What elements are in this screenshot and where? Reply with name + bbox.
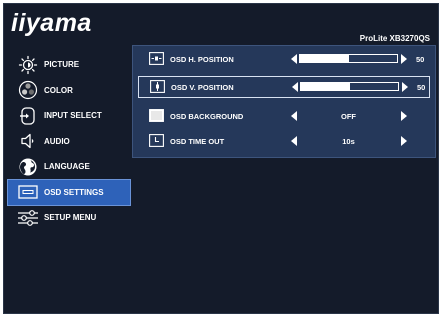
h-position-slider[interactable] bbox=[299, 54, 398, 63]
row-label: OSD TIME OUT bbox=[170, 137, 225, 146]
sidebar-item-label: AUDIO bbox=[44, 136, 70, 146]
speaker-icon bbox=[16, 130, 40, 152]
sidebar-item-label: COLOR bbox=[44, 85, 73, 95]
increase-arrow-icon[interactable] bbox=[401, 54, 407, 64]
clock-icon bbox=[149, 134, 164, 147]
decrease-arrow-icon[interactable] bbox=[292, 82, 298, 92]
decrease-arrow-icon[interactable] bbox=[291, 111, 297, 121]
osd-h-position-row[interactable]: OSD H. POSITION 50 bbox=[138, 49, 430, 71]
brand-logo: iiyama bbox=[11, 9, 92, 37]
row-value: 50 bbox=[417, 83, 426, 92]
sidebar-item-label: PICTURE bbox=[44, 60, 80, 70]
increase-arrow-icon[interactable] bbox=[401, 111, 407, 121]
background-icon bbox=[149, 109, 164, 122]
slider-fill bbox=[300, 55, 349, 62]
row-value: 10s bbox=[342, 137, 355, 146]
sliders-icon bbox=[16, 207, 40, 229]
sidebar-item-input-select[interactable]: INPUT SELECT bbox=[8, 103, 130, 129]
v-position-slider[interactable] bbox=[300, 82, 399, 91]
sidebar-item-color[interactable]: COLOR bbox=[8, 78, 130, 104]
vertical-position-icon bbox=[150, 80, 165, 93]
row-label: OSD H. POSITION bbox=[170, 55, 234, 64]
sidebar-item-label: INPUT SELECT bbox=[44, 111, 102, 121]
osd-v-position-row[interactable]: OSD V. POSITION 50 bbox=[138, 76, 430, 98]
osd-background-row[interactable]: OSD BACKGROUND OFF bbox=[138, 106, 430, 128]
row-value: OFF bbox=[341, 112, 356, 121]
sidebar-item-language[interactable]: LANGUAGE bbox=[8, 154, 130, 180]
row-label: OSD BACKGROUND bbox=[170, 112, 244, 121]
brightness-icon bbox=[16, 54, 40, 76]
osd-header: iiyama ProLite XB3270QS bbox=[4, 4, 438, 48]
slider-fill bbox=[301, 83, 350, 90]
osd-icon bbox=[16, 181, 40, 203]
sidebar-item-picture[interactable]: PICTURE bbox=[8, 52, 130, 78]
sidebar-item-osd-settings[interactable]: OSD SETTINGS bbox=[7, 178, 131, 206]
horizontal-position-icon bbox=[149, 52, 164, 65]
input-icon bbox=[16, 105, 40, 127]
increase-arrow-icon[interactable] bbox=[401, 136, 407, 146]
sidebar-menu: PICTURE COLOR INPUT SELECT AUDIO LANGUAG… bbox=[7, 52, 131, 231]
color-palette-icon bbox=[16, 79, 40, 101]
osd-menu: iiyama ProLite XB3270QS PICTURE COLOR IN… bbox=[3, 3, 439, 314]
osd-settings-panel: OSD H. POSITION 50 OSD V. POSITION 50 OS… bbox=[132, 45, 436, 158]
decrease-arrow-icon[interactable] bbox=[291, 54, 297, 64]
model-name: ProLite XB3270QS bbox=[359, 34, 430, 43]
row-label: OSD V. POSITION bbox=[171, 83, 234, 92]
sidebar-item-label: SETUP MENU bbox=[44, 213, 97, 223]
decrease-arrow-icon[interactable] bbox=[291, 136, 297, 146]
sidebar-item-setup-menu[interactable]: SETUP MENU bbox=[8, 205, 130, 231]
row-value: 50 bbox=[416, 55, 425, 64]
increase-arrow-icon[interactable] bbox=[402, 82, 408, 92]
sidebar-item-audio[interactable]: AUDIO bbox=[8, 129, 130, 155]
osd-time-out-row[interactable]: OSD TIME OUT 10s bbox=[138, 131, 430, 153]
globe-icon bbox=[16, 156, 40, 178]
sidebar-item-label: LANGUAGE bbox=[44, 162, 90, 172]
sidebar-item-label: OSD SETTINGS bbox=[44, 187, 104, 197]
